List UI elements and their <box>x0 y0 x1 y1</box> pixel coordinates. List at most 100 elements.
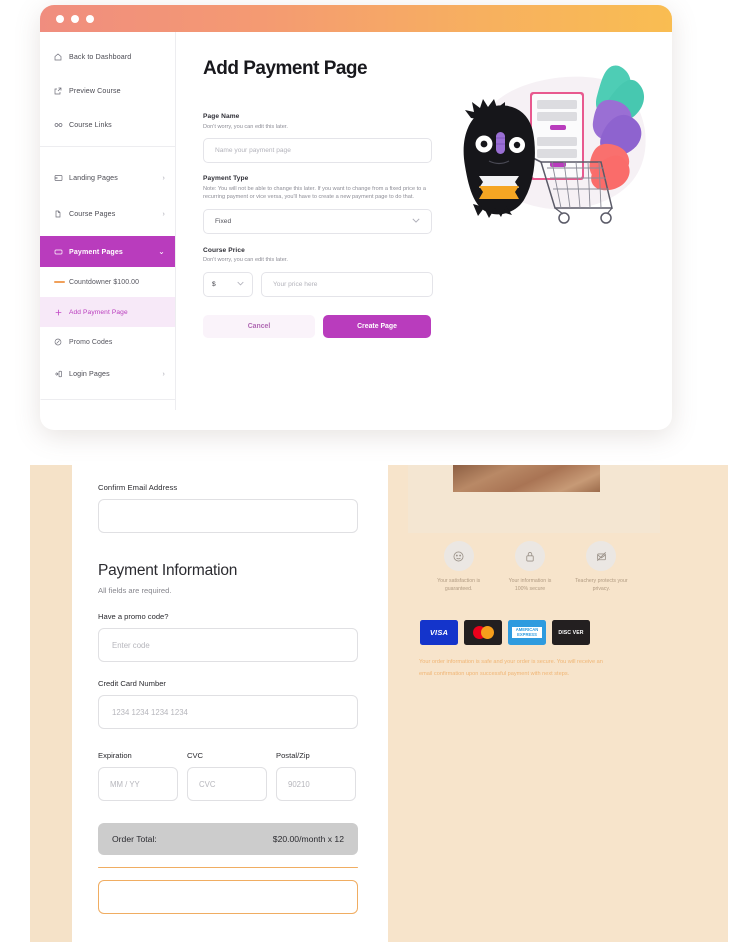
expiration-label: Expiration <box>98 751 132 760</box>
main-content: Add Payment Page Page Name Don't worry, … <box>176 32 672 410</box>
sidebar-item-preview-course[interactable]: Preview Course <box>40 76 175 106</box>
order-total-value: $20.00/month x 12 <box>272 834 344 844</box>
sidebar-item-landing-pages[interactable]: Landing Pages › <box>40 163 175 193</box>
payment-information-heading: Payment Information <box>98 562 238 579</box>
sidebar-subitem-label: Countdowner $100.00 <box>69 278 140 286</box>
cvc-group: CVC CVC <box>187 734 267 801</box>
price-row: $ Your price here <box>203 272 672 298</box>
course-price-label: Course Price <box>203 246 245 254</box>
course-price-note: Don't worry, you can edit this later. <box>203 257 288 264</box>
sidebar-divider-1 <box>40 146 175 147</box>
accepted-cards: VISA AMERICAN EXPRESS DISC VER <box>420 620 590 645</box>
card-icon <box>54 248 67 256</box>
monster-shopping-cart-illustration <box>451 58 666 228</box>
order-security-note: Your order information is safe and your … <box>419 659 603 677</box>
browser-titlebar <box>40 5 672 32</box>
page-name-input[interactable]: Name your payment page <box>203 138 432 164</box>
price-placeholder: Your price here <box>273 281 318 289</box>
form-actions: Cancel Create Page <box>203 315 672 339</box>
lock-icon <box>514 541 545 571</box>
external-link-icon <box>54 87 67 95</box>
smiley-icon <box>443 541 474 571</box>
page-name-note: Don't worry, you can edit this later. <box>203 123 288 130</box>
chevron-right-icon: › <box>162 370 165 378</box>
visa-logo: VISA <box>420 620 458 645</box>
payment-information-subheading: All fields are required. <box>98 586 172 595</box>
payment-type-note: Note: You will not be able to change thi… <box>203 185 426 201</box>
payment-type-select[interactable]: Fixed <box>203 208 432 234</box>
window-close-dot[interactable] <box>56 14 64 23</box>
browser-window-mock: Back to Dashboard Preview Course Course … <box>40 5 672 430</box>
credit-card-number-label: Credit Card Number <box>98 679 166 688</box>
chevron-right-icon: › <box>162 210 165 218</box>
card-details-row: Expiration MM / YY CVC CVC Postal/Zip 90… <box>98 734 356 801</box>
checkout-preview-section: Confirm Email Address Payment Informatio… <box>0 465 756 942</box>
order-total-label: Order Total: <box>112 834 157 844</box>
trust-badge-text: Teachery protects your privacy. <box>575 578 628 592</box>
amex-label: AMERICAN EXPRESS <box>512 626 542 639</box>
sidebar-item-payment-pages[interactable]: Payment Pages ⌄ <box>40 236 175 267</box>
postal-input[interactable]: 90210 <box>276 767 356 801</box>
sidebar-item-label: Payment Pages <box>69 247 124 256</box>
sidebar-divider-2 <box>40 399 175 400</box>
sidebar-item-course-pages[interactable]: Course Pages › <box>40 199 175 229</box>
cancel-button[interactable]: Cancel <box>203 315 315 339</box>
sidebar-subitem-label: Add Payment Page <box>69 308 128 316</box>
expiration-input[interactable]: MM / YY <box>98 767 178 801</box>
sidebar-item-back-to-dashboard[interactable]: Back to Dashboard <box>40 42 175 72</box>
sidebar-item-course-links[interactable]: Course Links <box>40 110 175 140</box>
home-icon <box>54 53 67 61</box>
sidebar-subitem-label: Promo Codes <box>69 338 113 346</box>
create-page-button[interactable]: Create Page <box>323 315 431 339</box>
promo-code-input[interactable]: Enter code <box>98 628 358 662</box>
currency-value: $ <box>212 281 216 289</box>
cvc-placeholder: CVC <box>199 779 216 789</box>
landing-page-icon <box>54 174 67 182</box>
sidebar-item-login-pages[interactable]: Login Pages › <box>40 359 175 389</box>
browser-content: Back to Dashboard Preview Course Course … <box>40 32 672 410</box>
sidebar-item-label: Login Pages <box>69 370 110 378</box>
confirm-email-input[interactable] <box>98 499 358 533</box>
document-icon <box>54 210 67 218</box>
price-input[interactable]: Your price here <box>261 272 433 298</box>
product-image <box>453 465 600 492</box>
postal-placeholder: 90210 <box>288 779 310 789</box>
promo-code-label: Have a promo code? <box>98 612 169 621</box>
plus-icon <box>54 308 67 317</box>
checkout-form-card: Confirm Email Address Payment Informatio… <box>72 465 380 942</box>
page-name-placeholder: Name your payment page <box>215 147 291 155</box>
postal-label: Postal/Zip <box>276 751 310 760</box>
no-spam-icon <box>586 541 617 571</box>
trust-badges: Your satisfaction is guaranteed. Your in… <box>430 541 630 594</box>
expiration-placeholder: MM / YY <box>110 779 140 789</box>
sidebar-subitem-add-payment-page[interactable]: Add Payment Page <box>40 297 175 327</box>
cvc-input[interactable]: CVC <box>187 767 267 801</box>
submit-button-outline[interactable] <box>98 880 358 915</box>
discover-logo: DISC VER <box>552 620 590 645</box>
link-icon <box>54 121 67 129</box>
sidebar-item-label: Back to Dashboard <box>69 53 132 61</box>
product-card <box>408 465 660 533</box>
orange-divider <box>98 867 358 869</box>
trust-badge: Your information is 100% secure <box>501 541 558 594</box>
window-maximize-dot[interactable] <box>86 14 94 23</box>
dash-icon <box>54 281 67 283</box>
currency-select[interactable]: $ <box>203 272 253 298</box>
confirm-email-label: Confirm Email Address <box>98 483 178 492</box>
chevron-down-icon <box>237 281 244 288</box>
window-minimize-dot[interactable] <box>71 14 79 23</box>
amex-logo: AMERICAN EXPRESS <box>508 620 546 645</box>
order-total-row: Order Total: $20.00/month x 12 <box>98 823 358 855</box>
chevron-down-icon <box>412 218 420 225</box>
credit-card-number-input[interactable]: 1234 1234 1234 1234 <box>98 695 358 729</box>
trust-badge: Teachery protects your privacy. <box>573 541 630 594</box>
promo-tag-icon <box>54 338 67 346</box>
trust-badge: Your satisfaction is guaranteed. <box>430 541 487 594</box>
sidebar-subitem-promo-codes[interactable]: Promo Codes <box>40 327 175 357</box>
sidebar-subitem-countdowner[interactable]: Countdowner $100.00 <box>40 267 175 297</box>
login-icon <box>54 370 67 378</box>
credit-card-placeholder: 1234 1234 1234 1234 <box>112 707 188 717</box>
expiration-group: Expiration MM / YY <box>98 734 178 801</box>
sidebar-item-label: Preview Course <box>69 87 121 95</box>
checkout-right-panel: Your satisfaction is guaranteed. Your in… <box>388 465 728 942</box>
